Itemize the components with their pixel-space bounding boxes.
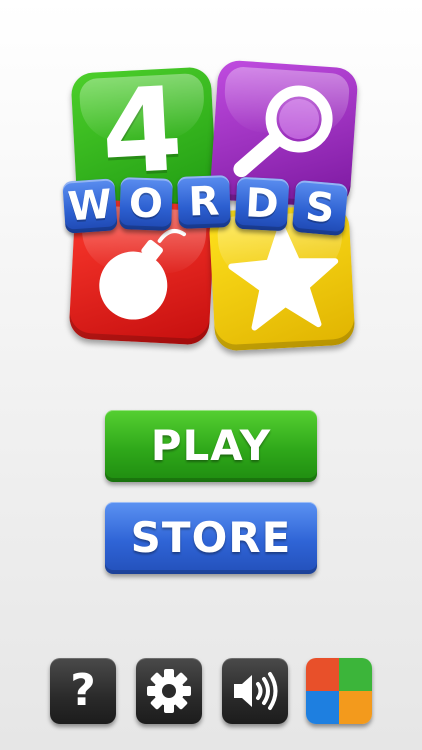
logo-letter: S (291, 179, 349, 237)
game-logo: 4 W O R D S (62, 59, 359, 352)
more-games-icon (339, 658, 372, 691)
store-button[interactable]: STORE (105, 502, 317, 574)
more-games-icon (306, 691, 339, 724)
help-button[interactable]: ? (50, 658, 116, 724)
logo-letter: W (62, 178, 118, 234)
settings-button[interactable] (136, 658, 202, 724)
gear-icon (147, 669, 191, 713)
logo-letter: R (177, 175, 231, 229)
help-icon: ? (70, 665, 96, 716)
more-games-button[interactable] (306, 658, 372, 724)
logo-letter: O (119, 177, 173, 231)
logo-word-words: W O R D S (62, 174, 364, 237)
more-games-icon (306, 658, 339, 691)
more-games-icon (339, 691, 372, 724)
sound-button[interactable] (222, 658, 288, 724)
play-button[interactable]: PLAY (105, 410, 317, 482)
logo-letter: D (234, 176, 290, 232)
sound-icon (234, 672, 278, 710)
